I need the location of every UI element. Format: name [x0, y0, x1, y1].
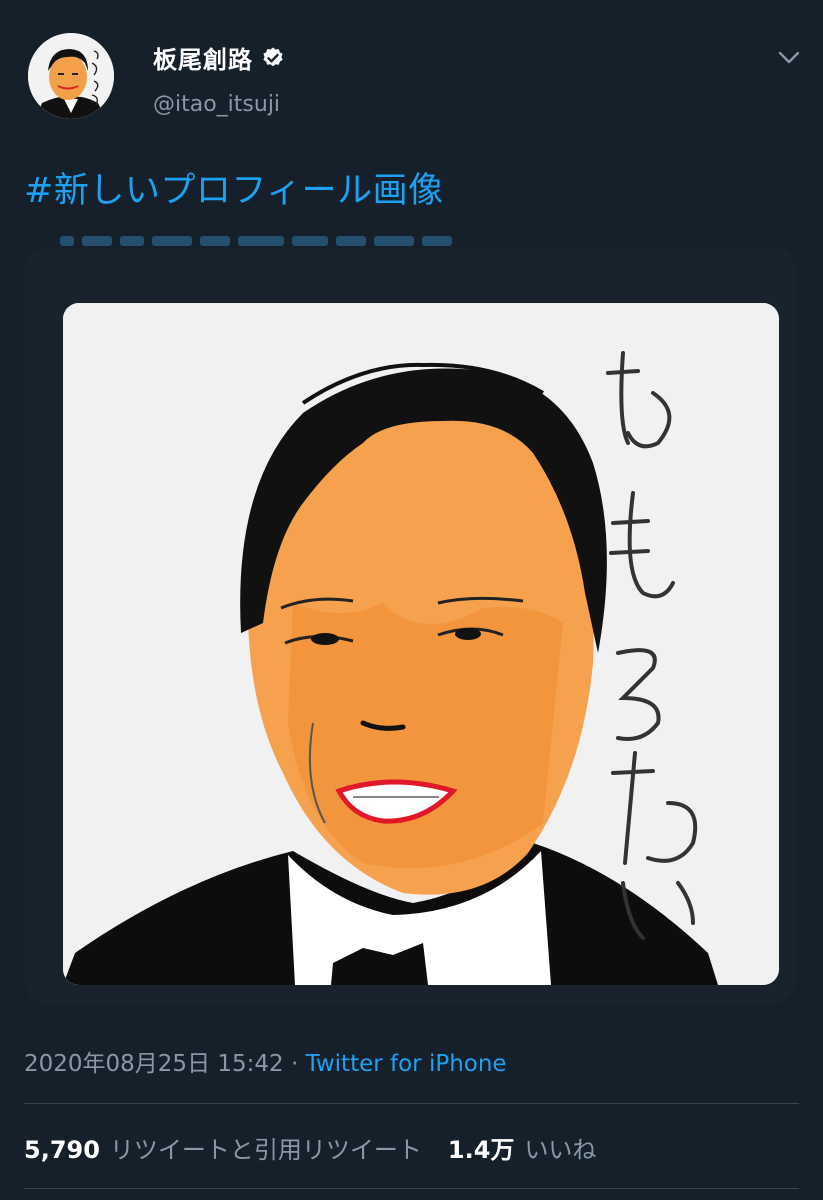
author-handle[interactable]: @itao_itsuji	[153, 92, 280, 117]
avatar[interactable]	[28, 33, 114, 119]
tweet-text[interactable]: #新しいプロフィール画像	[24, 162, 444, 213]
divider	[24, 1103, 799, 1104]
hand-drawn-portrait-icon	[63, 303, 779, 985]
tweet-meta: 2020年08月25日 15:42 · Twitter for iPhone	[24, 1044, 507, 1078]
tweet-image[interactable]	[63, 303, 779, 985]
chevron-down-icon[interactable]	[774, 42, 804, 72]
author-display-name[interactable]: 板尾創路	[153, 40, 253, 75]
meta-separator: ·	[283, 1051, 306, 1077]
tweet-stats: 5,790 リツイートと引用リツイート 1.4万 いいね	[24, 1130, 596, 1165]
divider	[24, 1188, 799, 1189]
timestamp[interactable]: 2020年08月25日 15:42	[24, 1051, 284, 1077]
retweets-stat[interactable]: 5,790 リツイートと引用リツイート	[24, 1136, 422, 1164]
likes-stat[interactable]: 1.4万 いいね	[448, 1136, 597, 1164]
retweets-label: リツイートと引用リツイート	[109, 1136, 422, 1164]
profile-portrait-icon	[28, 33, 114, 119]
likes-count: 1.4万	[447, 1136, 515, 1164]
verified-badge-icon	[263, 47, 283, 66]
tweet-header: 板尾創路 @itao_itsuji	[0, 0, 823, 140]
tweet-source-link[interactable]: Twitter for iPhone	[306, 1051, 507, 1077]
faded-text-artifact	[60, 236, 452, 246]
likes-label: いいね	[524, 1136, 597, 1164]
author-name-row[interactable]: 板尾創路	[153, 40, 285, 75]
retweets-count: 5,790	[24, 1136, 100, 1164]
